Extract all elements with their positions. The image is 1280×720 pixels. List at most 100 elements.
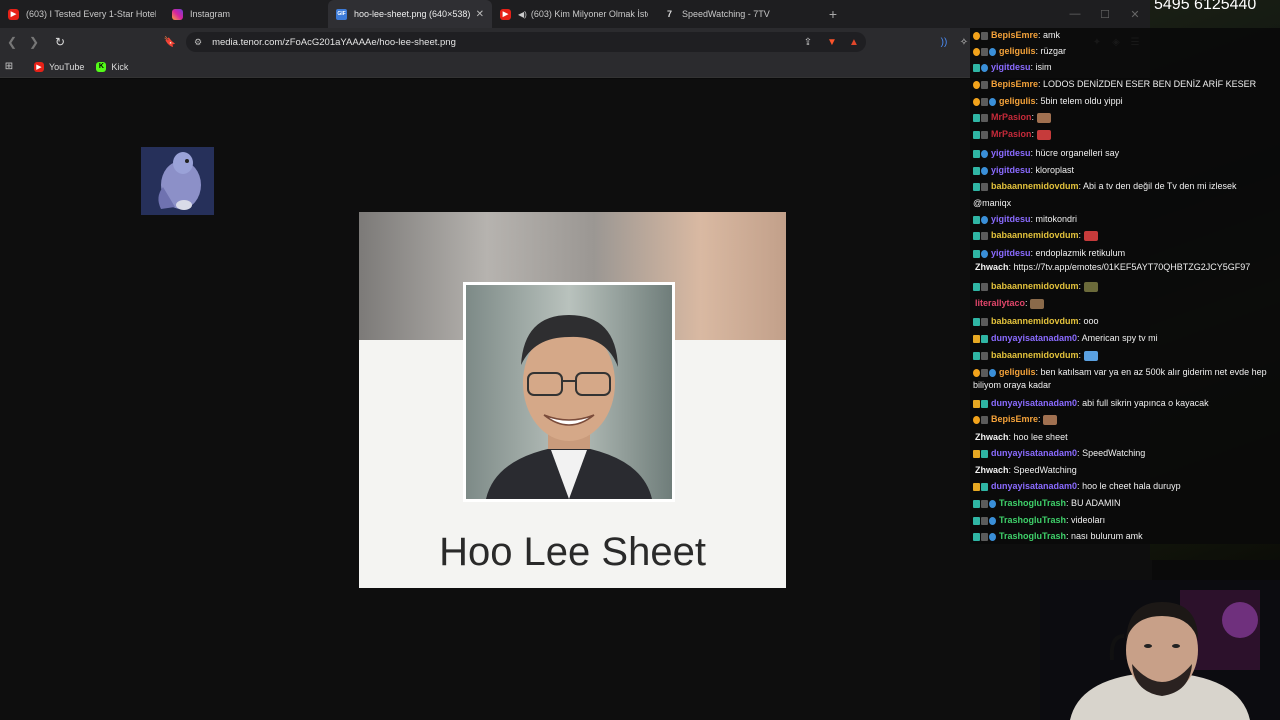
chat-message: Zhwach: https://7tv.app/emotes/01KEF5AYT… bbox=[973, 262, 1278, 273]
chat-badges bbox=[973, 165, 989, 176]
tab-kim-milyoner[interactable]: ▶ ◀) (603) Kim Milyoner Olmak İster? bbox=[492, 0, 656, 28]
share-icon[interactable]: ⇪ bbox=[801, 35, 815, 49]
chat-badges bbox=[973, 414, 989, 425]
chat-username[interactable]: Zhwach bbox=[975, 262, 1009, 272]
meme-image: Hoo Lee Sheet bbox=[359, 212, 786, 588]
chat-username[interactable]: MrPasion bbox=[991, 112, 1032, 122]
close-window-button[interactable]: ✕ bbox=[1120, 0, 1150, 28]
chat-username[interactable]: geligulis bbox=[999, 367, 1036, 377]
chat-separator: : bbox=[1031, 112, 1037, 122]
chat-message: geligulis: ben katılsam var ya en az 500… bbox=[973, 367, 1278, 378]
brave-shields-icon[interactable]: ▼ bbox=[825, 35, 839, 49]
chat-emote-icon bbox=[1083, 350, 1098, 361]
chat-username[interactable]: yigitdesu bbox=[991, 248, 1031, 258]
chat-text: SpeedWatching bbox=[1082, 448, 1146, 458]
chat-username[interactable]: babaannemidovdum bbox=[991, 350, 1079, 360]
chat-text: American spy tv mi bbox=[1081, 333, 1158, 343]
chat-message: geligulis: rüzgar bbox=[973, 46, 1278, 57]
tab-label: (603) I Tested Every 1-Star Hotel - Yo bbox=[26, 9, 156, 19]
tab-youtube-hotel[interactable]: ▶ (603) I Tested Every 1-Star Hotel - Yo bbox=[0, 0, 164, 28]
chat-message: MrPasion: bbox=[973, 112, 1278, 123]
bookmark-icon[interactable]: 🔖 bbox=[163, 35, 177, 49]
chat-username[interactable]: dunyayisatanadam0 bbox=[991, 333, 1077, 343]
chat-username[interactable]: TrashogluTrash bbox=[999, 498, 1066, 508]
chat-username[interactable]: babaannemidovdum bbox=[991, 281, 1079, 291]
chat-text: isim bbox=[1035, 62, 1052, 72]
chat-username[interactable]: geligulis bbox=[999, 96, 1036, 106]
address-bar[interactable]: ⚙ media.tenor.com/zFoAcG201aYAAAAe/hoo-l… bbox=[186, 32, 866, 52]
tab-label: Instagram bbox=[190, 9, 231, 19]
mod-badge-icon bbox=[981, 31, 988, 40]
chat-username[interactable]: MrPasion bbox=[991, 129, 1032, 139]
back-button[interactable]: ❮ bbox=[2, 32, 22, 52]
chat-username[interactable]: literallytaco bbox=[975, 298, 1025, 308]
sub-badge-icon bbox=[973, 249, 980, 258]
chat-text: hücre organelleri say bbox=[1035, 148, 1120, 158]
bookmark-youtube[interactable]: ▶ YouTube bbox=[34, 61, 84, 72]
prime-badge-icon bbox=[981, 215, 988, 224]
apps-grid-icon[interactable]: ⊞ bbox=[2, 60, 16, 74]
audio-icon[interactable]: )) bbox=[937, 35, 951, 49]
sub-badge-icon bbox=[973, 231, 980, 240]
chat-message: dunyayisatanadam0: SpeedWatching bbox=[973, 448, 1278, 459]
chat-message: babaannemidovdum: ooo bbox=[973, 316, 1278, 327]
chat-message: yigitdesu: endoplazmik retikulum bbox=[973, 248, 1278, 259]
extensions-icon[interactable]: ✧ bbox=[957, 35, 971, 49]
chat-username[interactable]: babaannemidovdum bbox=[991, 316, 1079, 326]
forward-button[interactable]: ❯ bbox=[24, 32, 44, 52]
crown-badge-icon bbox=[973, 482, 980, 491]
speaker-icon[interactable]: ◀) bbox=[518, 10, 527, 19]
chat-username[interactable]: Zhwach bbox=[975, 465, 1009, 475]
tab-instagram[interactable]: Instagram bbox=[164, 0, 328, 28]
mod-badge-icon bbox=[981, 368, 988, 377]
site-settings-icon[interactable]: ⚙ bbox=[194, 37, 202, 48]
portrait-photo bbox=[463, 282, 675, 502]
sub-badge-icon bbox=[973, 351, 980, 360]
reload-button[interactable]: ↻ bbox=[50, 32, 70, 52]
chat-username[interactable]: TrashogluTrash bbox=[999, 515, 1066, 525]
chat-username[interactable]: geligulis bbox=[999, 46, 1036, 56]
brave-rewards-icon[interactable]: ▲ bbox=[847, 35, 861, 49]
sub-badge-icon bbox=[973, 282, 980, 291]
minimize-button[interactable]: — bbox=[1060, 0, 1090, 28]
chat-username[interactable]: dunyayisatanadam0 bbox=[991, 448, 1077, 458]
chat-message: dunyayisatanadam0: abi full sikrin yapın… bbox=[973, 398, 1278, 409]
chat-username[interactable]: yigitdesu bbox=[991, 148, 1031, 158]
chat-username[interactable]: yigitdesu bbox=[991, 62, 1031, 72]
sub-badge-icon bbox=[973, 63, 980, 72]
chat-message: yigitdesu: kloroplast bbox=[973, 165, 1278, 176]
tab-hoo-lee-sheet[interactable]: GIF hoo-lee-sheet.png (640×538) ✕ bbox=[328, 0, 492, 28]
chat-badges bbox=[973, 515, 997, 526]
youtube-icon: ▶ bbox=[34, 61, 44, 72]
tab-speedwatching[interactable]: 7 SpeedWatching - 7TV bbox=[656, 0, 820, 28]
sub-badge-icon bbox=[973, 215, 980, 224]
prime-badge-icon bbox=[989, 499, 996, 508]
new-tab-button[interactable]: + bbox=[820, 0, 846, 28]
chat-emote-icon bbox=[1030, 298, 1045, 309]
chat-separator: : bbox=[1078, 281, 1084, 291]
chat-text: @maniqx bbox=[973, 198, 1012, 208]
chat-username[interactable]: dunyayisatanadam0 bbox=[991, 398, 1077, 408]
chat-username[interactable]: dunyayisatanadam0 bbox=[991, 481, 1077, 491]
chat-username[interactable]: Zhwach bbox=[975, 432, 1009, 442]
meme-caption: Hoo Lee Sheet bbox=[439, 530, 706, 574]
chat-text: endoplazmik retikulum bbox=[1035, 248, 1126, 258]
bookmark-kick[interactable]: K Kick bbox=[96, 61, 128, 72]
chat-username[interactable]: BepisEmre bbox=[991, 30, 1038, 40]
sub-badge-icon bbox=[973, 317, 980, 326]
chat-username[interactable]: TrashogluTrash bbox=[999, 531, 1066, 541]
chat-username[interactable]: BepisEmre bbox=[991, 79, 1038, 89]
chat-username[interactable]: yigitdesu bbox=[991, 165, 1031, 175]
chat-badges bbox=[973, 248, 989, 259]
chat-message: geligulis: 5bin telem oldu yippi bbox=[973, 96, 1278, 107]
chat-username[interactable]: babaannemidovdum bbox=[991, 181, 1079, 191]
chat-username[interactable]: BepisEmre bbox=[991, 414, 1038, 424]
maximize-button[interactable]: ☐ bbox=[1090, 0, 1120, 28]
close-tab-icon[interactable]: ✕ bbox=[476, 9, 484, 20]
chat-badges bbox=[973, 148, 989, 159]
mod-badge-icon bbox=[981, 317, 988, 326]
chat-username[interactable]: yigitdesu bbox=[991, 214, 1031, 224]
chat-username[interactable]: babaannemidovdum bbox=[991, 230, 1079, 240]
prime-badge-icon bbox=[989, 368, 996, 377]
mod-badge-icon bbox=[981, 130, 988, 139]
